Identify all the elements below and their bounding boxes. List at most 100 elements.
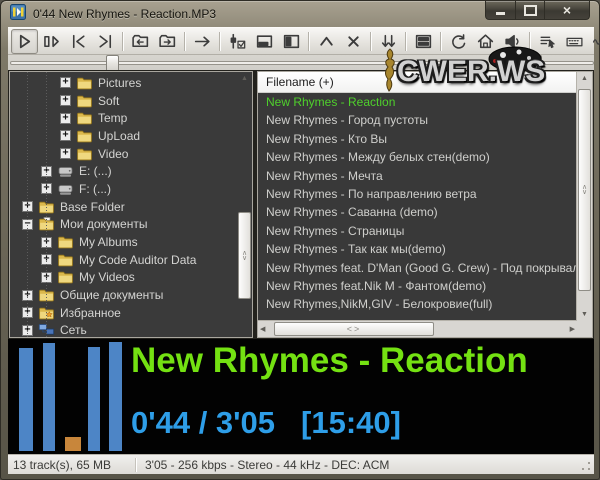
file-row[interactable]: New Rhymes feat. D'Man (Good G. Crew) - … (258, 259, 577, 277)
folder-icon (57, 253, 74, 267)
maximize-button[interactable] (516, 1, 544, 20)
file-row[interactable]: New Rhymes - Город пустоты (258, 111, 577, 129)
tree-item-e-[interactable]: +E: (...) (10, 162, 237, 180)
list-scrollbar-horizontal[interactable]: ◀ <> ▶ (258, 320, 577, 337)
tree-item-label: My Videos (79, 270, 135, 284)
mute-button[interactable] (499, 29, 526, 54)
scroll-right-icon[interactable]: ▶ (570, 325, 575, 333)
file-row[interactable]: New Rhymes - По направлению ветра (258, 185, 577, 203)
home-button[interactable] (472, 29, 499, 54)
list-hscroll-thumb[interactable]: <> (274, 322, 434, 336)
hotkeys-button[interactable] (561, 29, 588, 54)
mixer-icon (228, 32, 247, 51)
tree-item-сеть[interactable]: +Сеть (10, 322, 237, 337)
folder-icon (76, 129, 93, 143)
minimize-button[interactable] (485, 1, 516, 20)
tree-scroll-thumb[interactable]: ∧∨ (238, 212, 251, 299)
keyboard-icon (565, 32, 584, 51)
folder-forward-button[interactable] (154, 29, 181, 54)
folder-icon (57, 235, 74, 249)
previous-icon (69, 32, 88, 51)
grip-icon: ∨ (242, 256, 247, 261)
file-row[interactable]: New Rhymes feat.Nik M - Фантом(demo) (258, 277, 577, 295)
tree-item-label: F: (...) (79, 182, 111, 196)
playlist-button[interactable] (534, 29, 561, 54)
file-info-button[interactable] (588, 29, 600, 54)
tree-item-my-albums[interactable]: +My Albums (10, 233, 237, 251)
expand-icon[interactable]: + (60, 130, 71, 141)
toolbar-separator (184, 32, 186, 51)
split-horizontal-icon (414, 32, 433, 51)
file-row[interactable]: New Rhymes - Между белых стен(demo) (258, 148, 577, 166)
previous-track-button[interactable] (65, 29, 92, 54)
scroll-left-icon[interactable]: ◀ (260, 325, 265, 333)
next-track-button[interactable] (92, 29, 119, 54)
file-row[interactable]: New Rhymes - Кто Вы (258, 130, 577, 148)
expand-icon[interactable]: + (60, 148, 71, 159)
file-row[interactable]: New Rhymes - Саванна (demo) (258, 203, 577, 221)
tree-guide-line (27, 72, 28, 337)
close-button[interactable]: × (544, 1, 590, 20)
maximize-icon (524, 5, 537, 16)
advance-button[interactable] (189, 29, 216, 54)
scroll-up-icon[interactable]: ▲ (577, 75, 592, 82)
tree-item-общие-документы[interactable]: +Общие документы (10, 286, 237, 304)
tree-item-video[interactable]: +Video (10, 145, 237, 163)
sort-button[interactable] (375, 29, 402, 54)
folder-back-button[interactable] (127, 29, 154, 54)
list-scrollbar-vertical[interactable]: ▲ ∧∨ ▼ (576, 72, 592, 321)
scroll-down-icon[interactable]: ▼ (577, 311, 592, 318)
tree-item-label: Temp (98, 111, 127, 125)
tree-item-soft[interactable]: + Soft (10, 92, 237, 110)
tree-item-my-code-auditor-data[interactable]: +My Code Auditor Data (10, 251, 237, 269)
tree-item-upload[interactable]: +UpLoad (10, 127, 237, 145)
panel-left-icon (282, 32, 301, 51)
file-row-playing[interactable]: New Rhymes - Reaction (258, 93, 577, 111)
folder-icon (76, 94, 93, 108)
rescan-button[interactable] (445, 29, 472, 54)
dir-up-button[interactable] (313, 29, 340, 54)
filename-column-header[interactable]: Filename (+) (258, 72, 577, 93)
title-bar[interactable]: 0'44 New Rhymes - Reaction.MP3 × (1, 1, 599, 27)
toolbar-separator (440, 32, 442, 51)
tree-item-мои-документы[interactable]: −Мои документы (10, 216, 237, 234)
folder-tree: +Pictures+Soft+Temp+UpLoad+Video+E: (...… (10, 72, 237, 337)
play-button[interactable] (11, 29, 38, 54)
file-list: New Rhymes - ReactionNew Rhymes - Город … (258, 93, 577, 321)
toolbar-separator (122, 32, 124, 51)
list-scroll-thumb[interactable]: ∧∨ (578, 89, 591, 291)
tree-item-my-videos[interactable]: +My Videos (10, 269, 237, 287)
resize-grip[interactable] (581, 461, 591, 471)
window-title: 0'44 New Rhymes - Reaction.MP3 (33, 7, 216, 21)
tree-item-label: Soft (98, 94, 119, 108)
double-down-arrow-icon (379, 32, 398, 51)
tree-item-pictures[interactable]: +Pictures (10, 74, 237, 92)
scroll-up-icon[interactable]: ▲ (237, 75, 252, 82)
split-view-button[interactable] (410, 29, 437, 54)
seek-track[interactable] (10, 61, 480, 65)
folder-icon (76, 76, 93, 90)
mixer-button[interactable] (224, 29, 251, 54)
refresh-icon (449, 32, 468, 51)
tree-item-base-folder[interactable]: +Base Folder (10, 198, 237, 216)
file-row[interactable]: New Rhymes - Так как мы(demo) (258, 240, 577, 258)
close-icon (344, 32, 363, 51)
expand-icon[interactable]: + (60, 77, 71, 88)
tree-item-temp[interactable]: + Temp (10, 109, 237, 127)
toggle-tree-button[interactable] (278, 29, 305, 54)
tree-item-label: Сеть (60, 323, 87, 337)
1by1-app-icon (10, 4, 26, 25)
arrow-right-icon (193, 32, 212, 51)
file-row[interactable]: New Rhymes - Мечта (258, 167, 577, 185)
expand-icon[interactable]: + (60, 95, 71, 106)
tree-item-избранное[interactable]: +Избранное (10, 304, 237, 322)
remove-button[interactable] (340, 29, 367, 54)
toolbar-separator (529, 32, 531, 51)
minimize-to-tray-button[interactable] (251, 29, 278, 54)
file-row[interactable]: New Rhymes - Страницы (258, 222, 577, 240)
file-row[interactable]: New Rhymes,NikM,GIV - Белокровие(full) (258, 295, 577, 313)
expand-icon[interactable]: + (60, 113, 71, 124)
pause-button[interactable] (38, 29, 65, 54)
tree-item-f-[interactable]: +F: (...) (10, 180, 237, 198)
toolbar-separator (308, 32, 310, 51)
